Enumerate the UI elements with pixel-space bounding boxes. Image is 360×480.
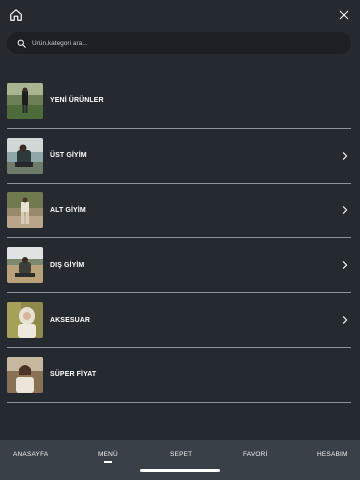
menu-item-label: ALT GİYİM xyxy=(50,206,86,214)
category-thumbnail xyxy=(7,137,43,174)
category-menu: YENİ ÜRÜNLER ÜST GİYİM ALT GİYİM DIŞ GİY… xyxy=(7,74,351,403)
menu-item-alt-giyim[interactable]: ALT GİYİM xyxy=(7,184,351,239)
category-thumbnail xyxy=(7,356,43,393)
top-bar xyxy=(0,0,360,30)
category-thumbnail xyxy=(7,302,43,339)
close-icon xyxy=(339,10,349,20)
menu-item-label: SÜPER FİYAT xyxy=(50,371,97,379)
menu-item-ust-giyim[interactable]: ÜST GİYİM xyxy=(7,129,351,184)
menu-item-super-fiyat[interactable]: SÜPER FİYAT xyxy=(7,348,351,403)
chevron-right-icon xyxy=(341,316,349,324)
home-icon xyxy=(10,9,22,21)
search-icon xyxy=(16,38,26,48)
search-input[interactable] xyxy=(32,39,332,47)
menu-item-aksesuar[interactable]: AKSESUAR xyxy=(7,293,351,348)
category-thumbnail xyxy=(7,192,43,229)
home-indicator xyxy=(140,469,220,472)
nav-item-hesabim[interactable]: HESABIM xyxy=(317,451,348,458)
chevron-right-icon xyxy=(341,151,349,160)
home-button[interactable] xyxy=(8,7,24,23)
nav-item-favori[interactable]: FAVORİ xyxy=(243,451,268,458)
nav-item-anasayfa[interactable]: ANASAYFA xyxy=(13,451,48,458)
bottom-navigation: ANASAYFA MENÜ SEPET FAVORİ HESABIM xyxy=(0,440,360,480)
menu-item-dis-giyim[interactable]: DIŞ GİYİM xyxy=(7,238,351,294)
chevron-right-icon xyxy=(341,261,349,270)
category-thumbnail xyxy=(7,82,43,119)
nav-item-sepet[interactable]: SEPET xyxy=(170,451,192,458)
nav-item-menu[interactable]: MENÜ xyxy=(98,451,118,458)
close-button[interactable] xyxy=(336,7,352,23)
menu-item-label: DIŞ GİYİM xyxy=(50,261,85,269)
category-thumbnail xyxy=(7,247,43,284)
menu-item-yeni-urunler[interactable]: YENİ ÜRÜNLER xyxy=(7,74,351,129)
active-tab-indicator xyxy=(104,461,112,463)
menu-item-label: AKSESUAR xyxy=(50,316,91,324)
menu-item-label: YENİ ÜRÜNLER xyxy=(50,97,104,105)
chevron-right-icon xyxy=(341,206,349,215)
menu-item-label: ÜST GİYİM xyxy=(50,152,87,160)
search-bar[interactable] xyxy=(7,32,351,54)
